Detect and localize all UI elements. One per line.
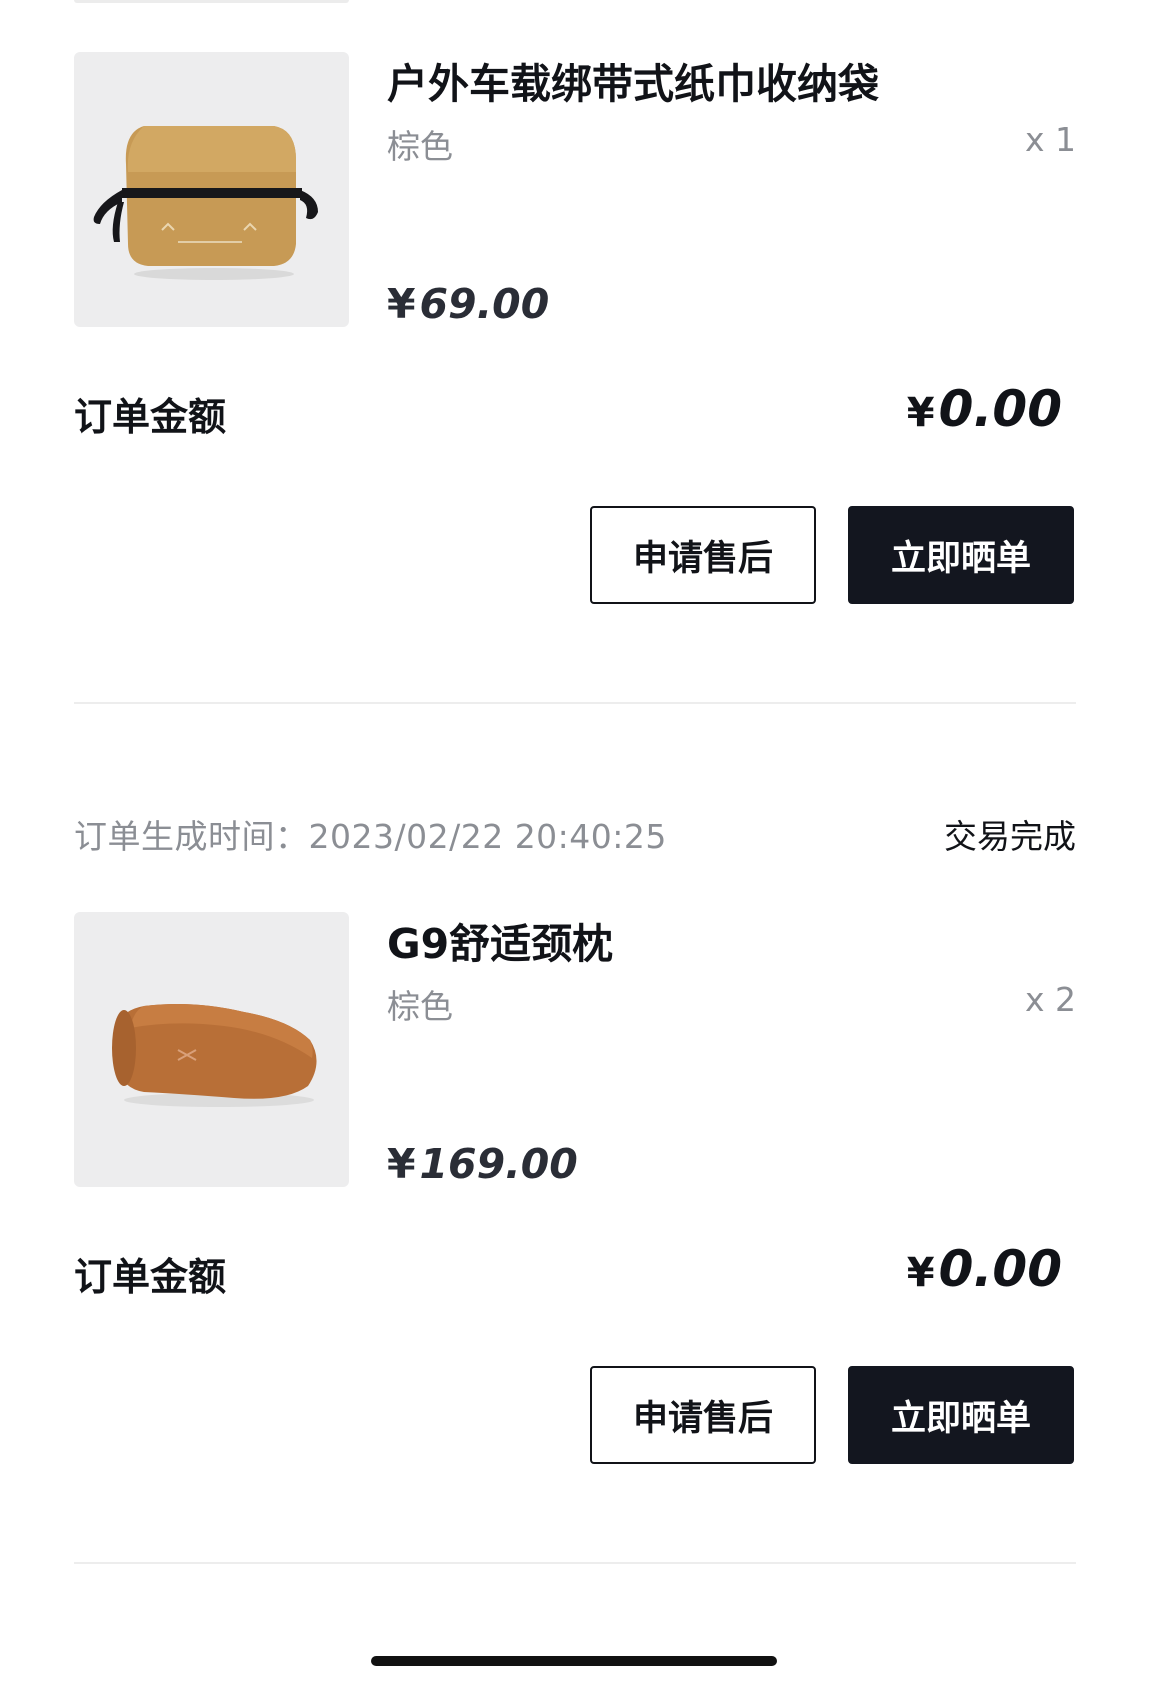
product-variant: 棕色 bbox=[387, 987, 453, 1026]
price-value: 169.00 bbox=[419, 1140, 578, 1188]
product-title[interactable]: G9舒适颈枕 bbox=[387, 910, 613, 970]
currency-symbol: ¥ bbox=[387, 280, 416, 328]
product-title[interactable]: 户外车载绑带式纸巾收纳袋 bbox=[387, 50, 879, 110]
share-order-button[interactable]: 立即晒单 bbox=[848, 1366, 1074, 1464]
order-amount-label: 订单金额 bbox=[74, 1255, 227, 1299]
currency-symbol: ¥ bbox=[906, 390, 935, 436]
order-header: 订单生成时间：2023/02/22 20:40:25 交易完成 bbox=[74, 810, 1076, 858]
order-amount-label: 订单金额 bbox=[74, 395, 227, 439]
apply-after-sale-button[interactable]: 申请售后 bbox=[590, 1366, 816, 1464]
divider bbox=[74, 702, 1076, 704]
order-amount: ¥0.00 bbox=[907, 1240, 1062, 1298]
divider bbox=[74, 1562, 1076, 1564]
product-variant: 棕色 bbox=[387, 127, 453, 166]
product-quantity: x 2 bbox=[1024, 980, 1076, 1019]
product-image[interactable] bbox=[74, 52, 349, 327]
tissue-bag-image bbox=[93, 126, 318, 280]
amount-value: 0.00 bbox=[938, 1240, 1062, 1298]
order-amount: ¥0.00 bbox=[907, 380, 1062, 438]
product-image[interactable] bbox=[74, 912, 349, 1187]
previous-item-edge bbox=[74, 0, 349, 3]
product-quantity: x 1 bbox=[1024, 120, 1076, 159]
home-indicator[interactable] bbox=[371, 1656, 777, 1666]
apply-after-sale-button[interactable]: 申请售后 bbox=[590, 506, 816, 604]
price-value: 69.00 bbox=[419, 280, 550, 328]
neck-pillow-image bbox=[112, 1004, 317, 1107]
order-created-time: 订单生成时间：2023/02/22 20:40:25 bbox=[74, 817, 667, 856]
currency-symbol: ¥ bbox=[906, 1250, 935, 1296]
amount-value: 0.00 bbox=[938, 380, 1062, 438]
currency-symbol: ¥ bbox=[387, 1140, 416, 1188]
order-status: 交易完成 bbox=[944, 817, 1076, 856]
product-price: ¥69.00 bbox=[387, 280, 549, 328]
share-order-button[interactable]: 立即晒单 bbox=[848, 506, 1074, 604]
product-price: ¥169.00 bbox=[387, 1140, 578, 1188]
